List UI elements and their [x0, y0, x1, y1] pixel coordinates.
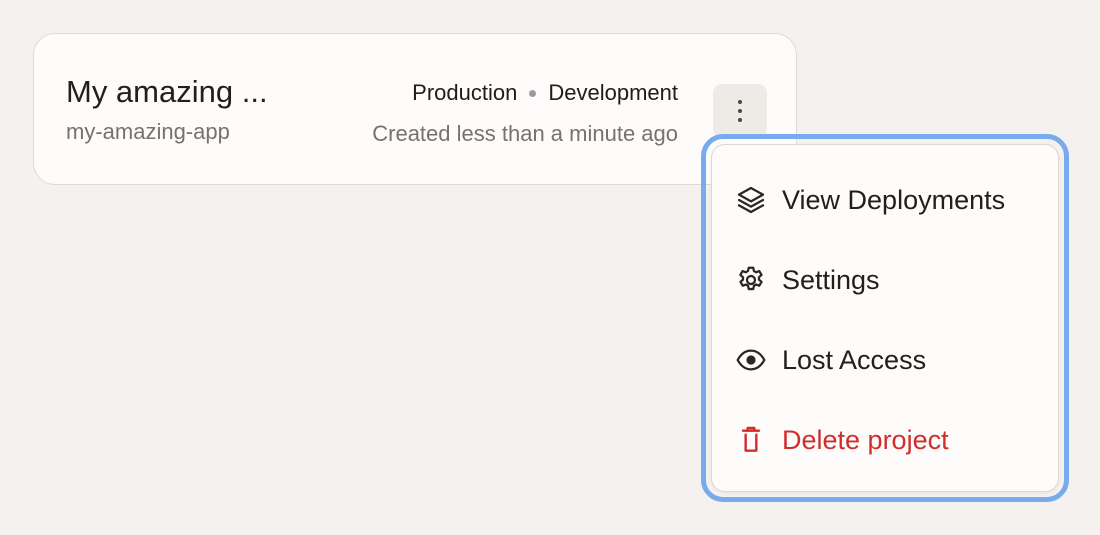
- dropdown-menu: View Deployments Settings Lost Access De…: [711, 144, 1059, 492]
- project-card[interactable]: My amazing ... my-amazing-app Production…: [33, 33, 797, 185]
- menu-item-view-deployments[interactable]: View Deployments: [734, 180, 1005, 220]
- project-slug: my-amazing-app: [66, 119, 230, 144]
- trash-icon: [734, 423, 768, 457]
- environment-development: Development: [548, 80, 678, 105]
- separator-dot: [529, 89, 537, 97]
- menu-item-label: View Deployments: [782, 184, 1006, 215]
- menu-item-label: Lost Access: [782, 344, 927, 375]
- menu-item-label: Delete project: [782, 424, 949, 455]
- dropdown-menu-focus-ring: View Deployments Settings Lost Access De…: [701, 134, 1069, 502]
- environment-production: Production: [412, 80, 518, 105]
- page: My amazing ... my-amazing-app Production…: [0, 0, 1100, 535]
- menu-item-delete-project[interactable]: Delete project: [734, 420, 949, 460]
- gear-icon: [734, 263, 768, 297]
- kebab-vertical-icon: [738, 100, 742, 104]
- created-timestamp: Created less than a minute ago: [372, 121, 678, 146]
- layers-icon: [734, 183, 768, 217]
- project-name: My amazing ...: [66, 74, 268, 109]
- environment-list: Production Development: [412, 78, 678, 108]
- menu-item-lost-access[interactable]: Lost Access: [734, 340, 926, 380]
- menu-item-settings[interactable]: Settings: [734, 260, 880, 300]
- project-menu-button[interactable]: [713, 84, 767, 138]
- menu-item-label: Settings: [782, 264, 880, 295]
- eye-icon: [734, 343, 768, 377]
